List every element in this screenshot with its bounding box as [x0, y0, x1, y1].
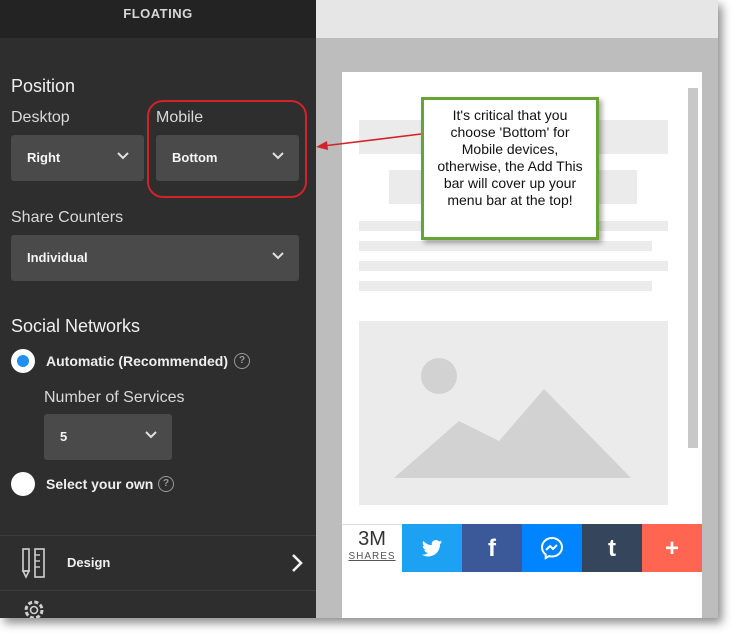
annotation-arrow: [316, 133, 422, 150]
annotation-callout: It's critical that you choose 'Bottom' f…: [421, 97, 599, 240]
screenshot-frame: FLOATING Position Desktop Mobile Right B…: [0, 0, 718, 618]
